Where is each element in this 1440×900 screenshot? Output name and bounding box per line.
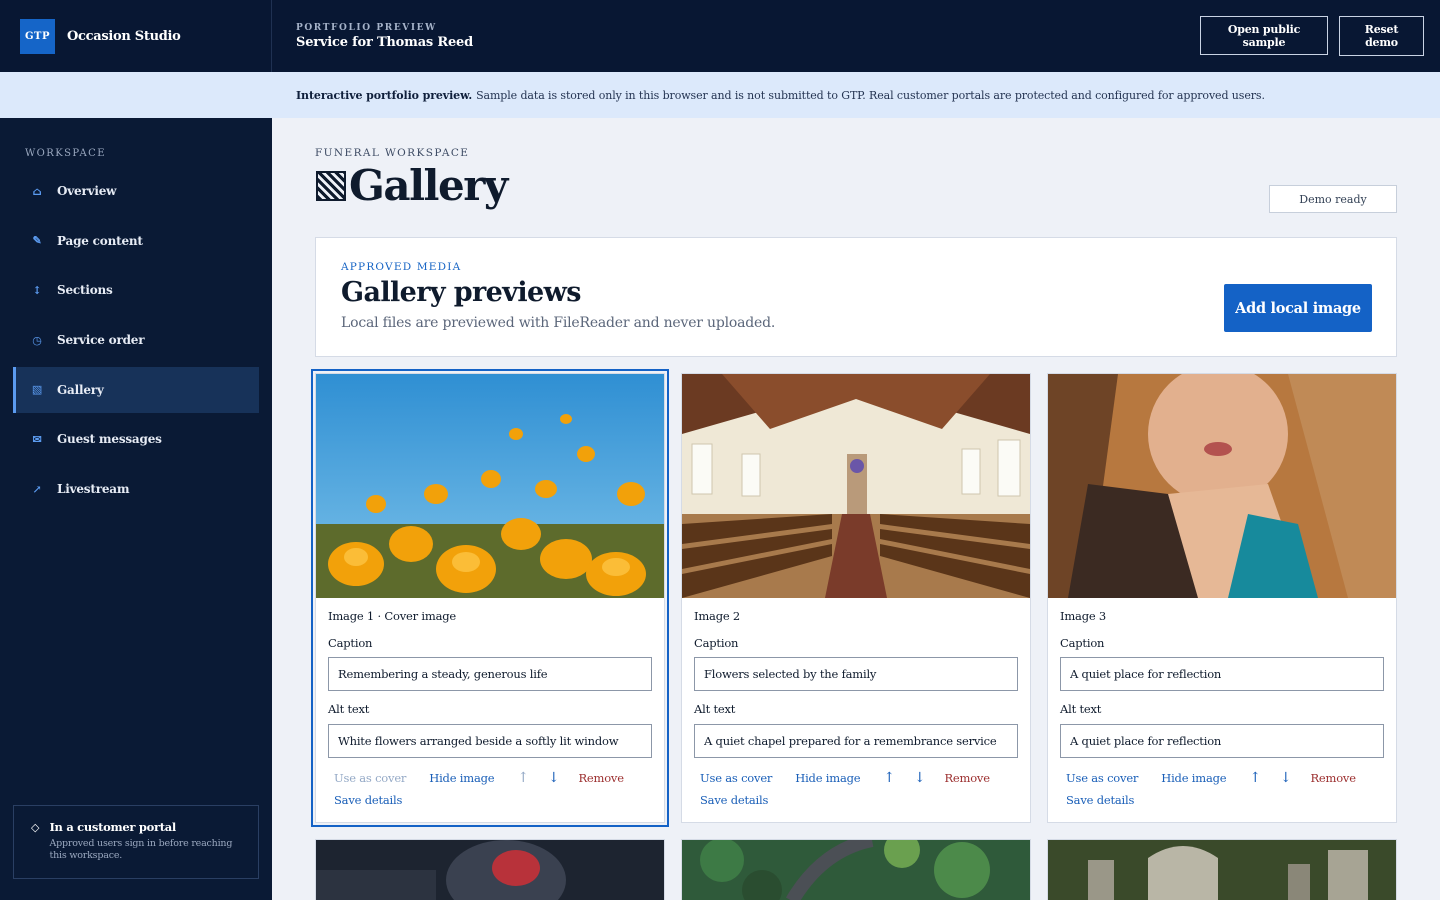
arrow-up-right-icon: ↗ xyxy=(32,482,42,496)
gallery-icon xyxy=(316,171,346,201)
caption-input[interactable] xyxy=(694,657,1018,691)
sidebar-item-label: Page content xyxy=(57,233,143,248)
sidebar-nav: ⌂ Overview ✎ Page content ↕ Sections ◷ S… xyxy=(13,168,259,516)
add-local-image-button[interactable]: Add local image xyxy=(1224,284,1372,332)
gallery-image[interactable] xyxy=(315,839,665,900)
sidebar-item-overview[interactable]: ⌂ Overview xyxy=(13,168,259,214)
caption-label: Caption xyxy=(694,636,739,650)
alt-text-label: Alt text xyxy=(694,702,736,716)
save-details-button[interactable]: Save details xyxy=(1066,793,1134,807)
sidebar-item-label: Livestream xyxy=(57,482,130,497)
home-icon: ⌂ xyxy=(32,184,42,198)
sidebar-item-label: Guest messages xyxy=(57,432,162,447)
sidebar-item-label: Gallery xyxy=(57,382,104,397)
sidebar-item-livestream[interactable]: ↗ Livestream xyxy=(13,466,259,512)
card-actions: Use as cover Hide image ↑ ↓ Remove xyxy=(334,770,624,786)
portal-note-title: In a customer portal xyxy=(49,820,176,834)
sidebar-item-gallery[interactable]: ▧ Gallery xyxy=(13,366,259,413)
gallery-image[interactable] xyxy=(1047,839,1397,900)
brand[interactable]: GTP Occasion Studio xyxy=(0,0,272,72)
move-down-icon[interactable]: ↓ xyxy=(914,770,926,786)
reorder-icon: ↕ xyxy=(32,283,42,297)
move-down-icon[interactable]: ↓ xyxy=(1280,770,1292,786)
gallery-card[interactable]: Image 1 · Cover image Caption Alt text U… xyxy=(311,369,669,827)
top-bar: GTP Occasion Studio PORTFOLIO PREVIEW Se… xyxy=(0,0,1440,72)
hide-image-button[interactable]: Hide image xyxy=(429,771,494,785)
use-as-cover-button[interactable]: Use as cover xyxy=(1066,771,1138,785)
caption-input[interactable] xyxy=(1060,657,1384,691)
notice-text: Sample data is stored only in this brows… xyxy=(476,88,1265,102)
alt-text-input[interactable] xyxy=(1060,724,1384,758)
top-actions: Open public sample Reset demo xyxy=(1200,16,1424,56)
sidebar: WORKSPACE ⌂ Overview ✎ Page content ↕ Se… xyxy=(0,118,272,900)
alt-text-label: Alt text xyxy=(1060,702,1102,716)
sidebar-item-label: Sections xyxy=(57,283,113,298)
sidebar-item-label: Overview xyxy=(57,184,117,198)
alt-text-input[interactable] xyxy=(694,724,1018,758)
caption-input[interactable] xyxy=(328,657,652,691)
reset-demo-button[interactable]: Reset demo xyxy=(1339,16,1424,56)
open-public-sample-button[interactable]: Open public sample xyxy=(1200,16,1328,55)
save-details-button[interactable]: Save details xyxy=(700,793,768,807)
card-actions: Use as cover Hide image ↑ ↓ Remove xyxy=(700,770,990,786)
caption-label: Caption xyxy=(328,636,373,650)
breadcrumb-kicker: PORTFOLIO PREVIEW xyxy=(296,22,437,33)
remove-button[interactable]: Remove xyxy=(578,771,624,785)
page-title: Gallery xyxy=(316,161,508,210)
sidebar-item-sections[interactable]: ↕ Sections xyxy=(13,267,259,313)
brand-name: Occasion Studio xyxy=(67,28,181,44)
sidebar-heading: WORKSPACE xyxy=(25,148,106,159)
page-title-text: Gallery xyxy=(349,161,508,210)
mail-icon: ✉ xyxy=(32,432,42,446)
gallery-image[interactable] xyxy=(316,374,664,598)
move-up-icon[interactable]: ↑ xyxy=(883,770,895,786)
hide-image-button[interactable]: Hide image xyxy=(1161,771,1226,785)
gallery-image[interactable] xyxy=(681,839,1031,900)
gallery-card[interactable]: Image 3 Caption Alt text Use as cover Hi… xyxy=(1047,373,1397,823)
gallery-image[interactable] xyxy=(1048,374,1396,598)
sidebar-item-guest-messages[interactable]: ✉ Guest messages xyxy=(13,416,259,462)
save-details-button[interactable]: Save details xyxy=(334,793,402,807)
image-title: Image 1 · Cover image xyxy=(328,609,456,623)
move-up-icon[interactable]: ↑ xyxy=(517,770,529,786)
move-down-icon[interactable]: ↓ xyxy=(548,770,560,786)
use-as-cover-button[interactable]: Use as cover xyxy=(700,771,772,785)
diamond-icon: ◇ xyxy=(31,821,40,834)
remove-button[interactable]: Remove xyxy=(944,771,990,785)
gallery-icon: ▧ xyxy=(31,383,43,397)
panel-title: Gallery previews xyxy=(341,277,581,308)
sidebar-item-label: Service order xyxy=(57,333,145,348)
notice-strong: Interactive portfolio preview. xyxy=(296,88,473,102)
use-as-cover-button[interactable]: Use as cover xyxy=(334,771,406,785)
brand-logo: GTP xyxy=(20,18,55,54)
remove-button[interactable]: Remove xyxy=(1310,771,1356,785)
sidebar-item-page-content[interactable]: ✎ Page content xyxy=(13,218,259,264)
preview-notice: Interactive portfolio preview. Sample da… xyxy=(0,72,1440,118)
customer-portal-note: ◇ In a customer portal Approved users si… xyxy=(13,805,259,879)
gallery-card[interactable]: Image 2 Caption Alt text Use as cover Hi… xyxy=(681,373,1031,823)
panel-subtitle: Local files are previewed with FileReade… xyxy=(341,315,776,331)
alt-text-label: Alt text xyxy=(328,702,370,716)
card-actions: Use as cover Hide image ↑ ↓ Remove xyxy=(1066,770,1356,786)
alt-text-input[interactable] xyxy=(328,724,652,758)
hide-image-button[interactable]: Hide image xyxy=(795,771,860,785)
status-badge: Demo ready xyxy=(1269,185,1397,213)
move-up-icon[interactable]: ↑ xyxy=(1249,770,1261,786)
image-title: Image 2 xyxy=(694,609,741,623)
gallery-image[interactable] xyxy=(682,374,1030,598)
breadcrumb-title: Service for Thomas Reed xyxy=(296,34,474,50)
portal-note-text: Approved users sign in before reaching t… xyxy=(49,838,233,861)
clock-icon: ◷ xyxy=(32,333,42,347)
gallery-panel: APPROVED MEDIA Gallery previews Local fi… xyxy=(315,237,1397,357)
breadcrumb: PORTFOLIO PREVIEW Service for Thomas Ree… xyxy=(272,23,473,50)
pen-icon: ✎ xyxy=(32,234,42,248)
sidebar-item-service-order[interactable]: ◷ Service order xyxy=(13,317,259,363)
panel-kicker: APPROVED MEDIA xyxy=(341,261,462,273)
page-kicker: FUNERAL WORKSPACE xyxy=(315,147,470,159)
caption-label: Caption xyxy=(1060,636,1105,650)
image-title: Image 3 xyxy=(1060,609,1107,623)
